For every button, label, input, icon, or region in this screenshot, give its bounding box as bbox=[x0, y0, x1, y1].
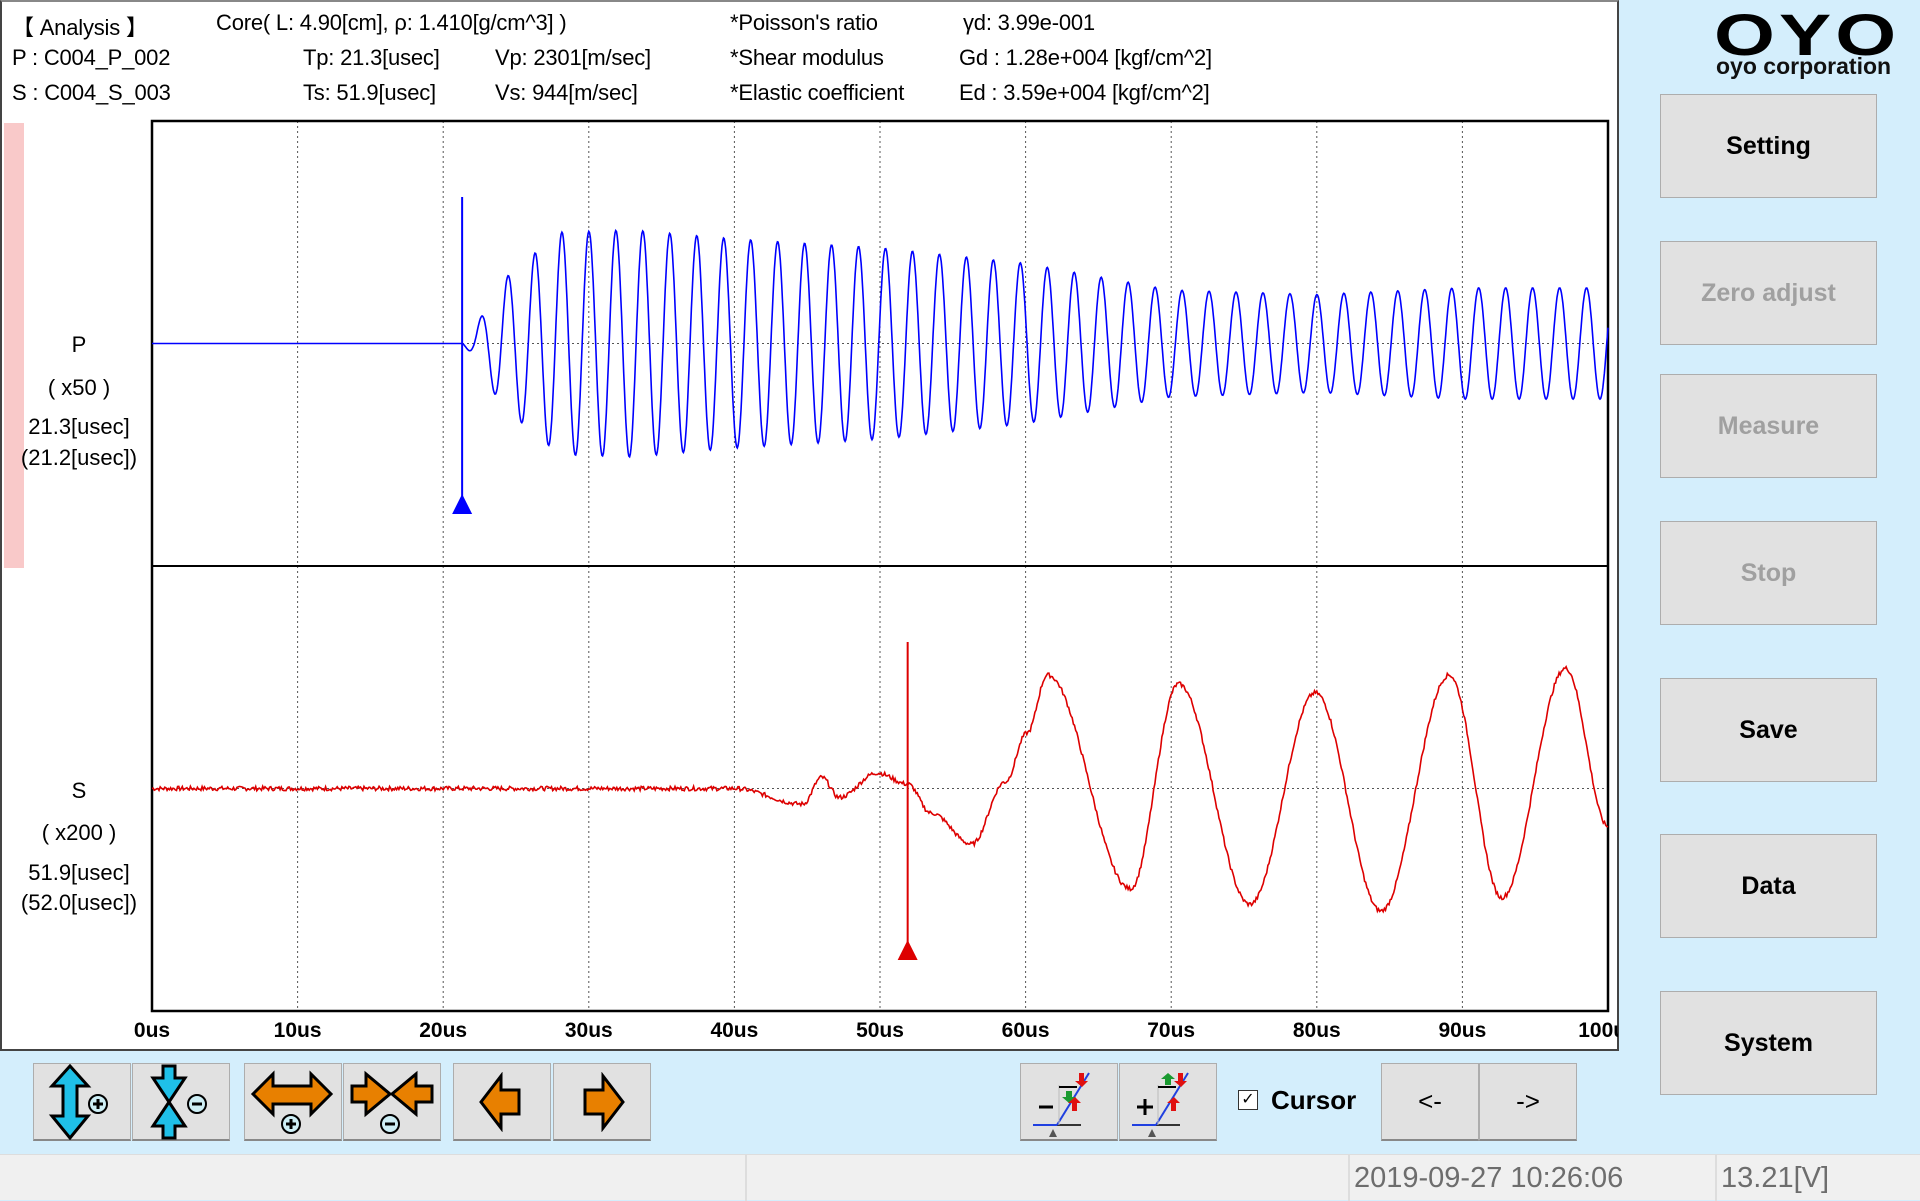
threshold-plus-button[interactable] bbox=[1119, 1063, 1217, 1141]
s-waveform bbox=[151, 664, 1609, 914]
waveform-panel: 【 Analysis 】 Core( L: 4.90[cm], ρ: 1.410… bbox=[0, 0, 1619, 1051]
measure-button[interactable]: Measure bbox=[1660, 374, 1877, 478]
horizontal-zoom-out-button[interactable] bbox=[343, 1063, 441, 1141]
waveform-chart[interactable]: 0us 10us 20us 30us 40us 50us 60us 70us 80us 90us 1… bbox=[2, 2, 1618, 1050]
status-datetime: 2019-09-27 10:26:06 bbox=[1348, 1155, 1715, 1201]
x-tick-label: 80us bbox=[1293, 1019, 1341, 1042]
x-tick-label: 50us bbox=[856, 1019, 904, 1042]
x-tick-label: 40us bbox=[710, 1019, 758, 1042]
threshold-minus-icon bbox=[1033, 1071, 1090, 1137]
x-tick-label: 70us bbox=[1147, 1019, 1195, 1042]
p-cursor-marker-icon bbox=[452, 494, 473, 514]
prev-cursor-button[interactable]: <- bbox=[1381, 1063, 1479, 1141]
vertical-zoom-out-icon bbox=[150, 1064, 207, 1139]
system-button[interactable]: System bbox=[1660, 991, 1877, 1095]
vertical-zoom-in-button[interactable] bbox=[33, 1063, 131, 1141]
x-tick-label: 100us bbox=[1578, 1019, 1618, 1042]
status-spacer bbox=[745, 1155, 1348, 1201]
horizontal-zoom-in-button[interactable] bbox=[244, 1063, 342, 1141]
x-tick-label: 60us bbox=[1002, 1019, 1050, 1042]
cursor-label[interactable]: Cursor bbox=[1271, 1085, 1356, 1116]
data-button[interactable]: Data bbox=[1660, 834, 1877, 938]
x-tick-label: 0us bbox=[134, 1019, 170, 1042]
x-tick-label: 90us bbox=[1438, 1019, 1486, 1042]
setting-button[interactable]: Setting bbox=[1660, 94, 1877, 198]
save-button[interactable]: Save bbox=[1660, 678, 1877, 782]
vertical-zoom-in-icon bbox=[48, 1063, 108, 1140]
company-name: oyo corporation bbox=[1716, 53, 1892, 79]
vertical-zoom-out-button[interactable] bbox=[132, 1063, 230, 1141]
stop-button[interactable]: Stop bbox=[1660, 521, 1877, 625]
scroll-right-button[interactable] bbox=[553, 1063, 651, 1141]
status-voltage: 13.21[V] bbox=[1715, 1155, 1920, 1201]
horizontal-zoom-out-icon bbox=[350, 1070, 434, 1134]
scroll-right-icon bbox=[583, 1071, 625, 1132]
x-tick-label: 30us bbox=[565, 1019, 613, 1042]
x-tick-label: 20us bbox=[419, 1019, 467, 1042]
status-bar: 2019-09-27 10:26:06 13.21[V] bbox=[0, 1154, 1920, 1201]
next-cursor-button[interactable]: -> bbox=[1479, 1063, 1577, 1141]
threshold-minus-button[interactable] bbox=[1020, 1063, 1118, 1141]
scroll-left-button[interactable] bbox=[453, 1063, 551, 1141]
cursor-checkbox[interactable]: ✓ bbox=[1238, 1090, 1258, 1110]
s-cursor-marker-icon bbox=[897, 940, 918, 960]
x-tick-label: 10us bbox=[274, 1019, 322, 1042]
zero-adjust-button[interactable]: Zero adjust bbox=[1660, 241, 1877, 345]
horizontal-zoom-in-icon bbox=[251, 1069, 334, 1134]
threshold-plus-icon bbox=[1132, 1071, 1189, 1137]
scroll-left-icon bbox=[479, 1071, 521, 1132]
